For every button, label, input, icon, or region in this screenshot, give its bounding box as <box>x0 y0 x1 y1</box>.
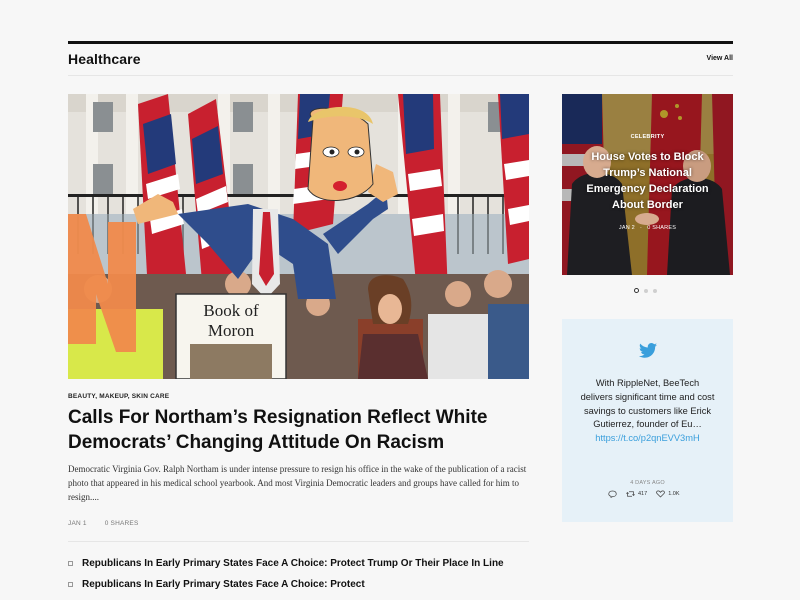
slider-category[interactable]: CELEBRITY <box>562 134 733 140</box>
heart-icon <box>656 490 665 498</box>
article-shares: 0 SHARES <box>104 520 139 527</box>
retweet-count: 417 <box>638 491 648 497</box>
section-top-rule <box>68 41 733 44</box>
slider-overlay: CELEBRITY House Votes to Block Trump’s N… <box>562 94 733 275</box>
slider-date: JAN 2 <box>618 225 635 231</box>
slider-dot[interactable] <box>653 288 657 293</box>
related-article-link[interactable]: Republicans In Early Primary States Face… <box>68 558 538 569</box>
article-headline[interactable]: Calls For Northam’s Resignation Reflect … <box>68 405 498 455</box>
like-action[interactable]: 1.0K <box>656 490 680 498</box>
slider-dot[interactable] <box>644 288 648 293</box>
tweet-actions: 417 1.0K <box>608 490 680 498</box>
related-bullet <box>68 582 73 587</box>
section-divider <box>68 75 733 76</box>
slider-pagination <box>634 288 657 293</box>
slider-meta: JAN 2 · 0 SHARES <box>618 225 677 231</box>
twitter-bird-icon[interactable] <box>639 343 657 358</box>
retweet-action[interactable]: 417 <box>626 490 647 498</box>
sign-text-line2: Moron <box>208 321 255 340</box>
article-date: JAN 1 <box>68 520 87 527</box>
hero-image[interactable]: Book of Moron <box>68 94 529 379</box>
like-count: 1.0K <box>668 491 680 497</box>
slider-card[interactable]: CELEBRITY House Votes to Block Trump’s N… <box>562 94 733 275</box>
tweet-text: With RippleNet, BeeTech delivers signifi… <box>580 378 715 430</box>
reply-action[interactable] <box>608 490 617 498</box>
article-meta: JAN 1 0 SHARES <box>68 520 139 527</box>
related-article-title: Republicans In Early Primary States Face… <box>82 579 365 590</box>
slider-dot[interactable] <box>634 288 639 293</box>
article-divider <box>68 541 529 542</box>
related-article-title: Republicans In Early Primary States Face… <box>82 558 504 569</box>
retweet-icon <box>626 491 635 497</box>
slider-shares: 0 SHARES <box>647 225 677 231</box>
slider-title[interactable]: House Votes to Block Trump’s National Em… <box>576 149 719 213</box>
reply-icon <box>608 490 617 498</box>
related-article-link[interactable]: Republicans In Early Primary States Face… <box>68 579 538 590</box>
sign-text-line1: Book of <box>203 301 259 320</box>
view-all-link[interactable]: View All <box>707 55 733 62</box>
article-categories[interactable]: BEAUTY, MAKEUP, SKIN CARE <box>68 393 169 400</box>
section-title: Healthcare <box>68 51 141 67</box>
tweet-link[interactable]: https://t.co/p2qnEVV3mH <box>595 433 699 443</box>
article-excerpt: Democratic Virginia Gov. Ralph Northam i… <box>68 464 527 502</box>
tweet-text-block: With RippleNet, BeeTech delivers signifi… <box>580 377 715 446</box>
related-bullet <box>68 561 73 566</box>
twitter-widget: With RippleNet, BeeTech delivers signifi… <box>562 319 733 522</box>
tweet-time: 4 DAYS AGO <box>630 480 665 486</box>
